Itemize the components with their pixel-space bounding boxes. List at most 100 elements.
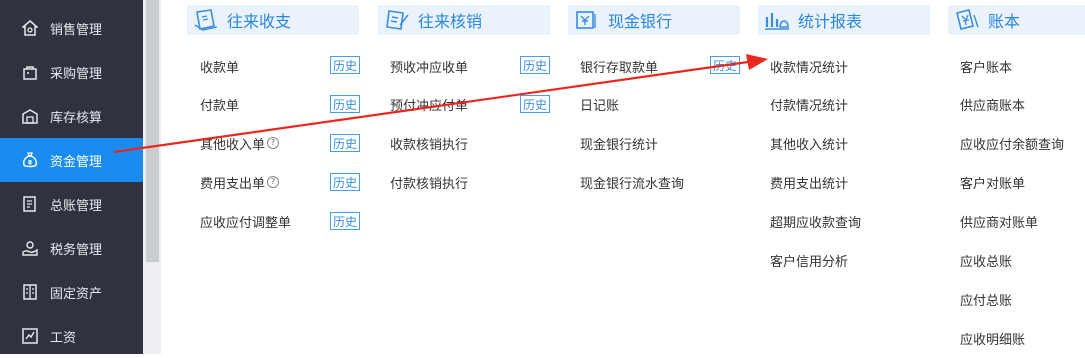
money-bag-icon xyxy=(22,152,38,168)
menu-item-label: 客户信用分析 xyxy=(770,254,849,270)
menu-item-label: 现金银行统计 xyxy=(580,137,659,153)
menu-item-bank-deposit[interactable]: 银行存取款单 xyxy=(580,56,658,76)
asset-book-icon xyxy=(22,284,38,300)
history-button[interactable]: 历史 xyxy=(520,95,550,113)
sidebar-scrollbar-thumb[interactable] xyxy=(146,0,159,262)
menu-item-receivable-general-ledger[interactable]: 应收总账 xyxy=(960,250,1012,270)
menu-item-payment-voucher[interactable]: 付款单 xyxy=(200,94,239,114)
menu-item-expense[interactable]: 费用支出单? xyxy=(200,172,280,192)
menu-item-label: 供应商对账单 xyxy=(960,215,1039,231)
home-tag-icon xyxy=(22,20,38,36)
menu-item-customer-credit[interactable]: 客户信用分析 xyxy=(770,250,848,270)
menu-item-label: 应收应付调整单 xyxy=(200,215,292,231)
menu-item-advance-payment-offset[interactable]: 预付冲应付单 xyxy=(390,94,468,114)
menu-item-label: 付款单 xyxy=(200,98,240,114)
sidebar-item-salary[interactable]: 工资 xyxy=(0,314,143,358)
menu-item-label: 其他收入统计 xyxy=(770,137,849,153)
menu-item-label: 供应商账本 xyxy=(960,98,1026,114)
section-title: 往来核销 xyxy=(418,12,483,31)
history-button[interactable]: 历史 xyxy=(710,56,740,74)
menu-item-label: 应收明细账 xyxy=(960,332,1026,348)
section-title: 往来收支 xyxy=(227,12,292,31)
menu-item-journal[interactable]: 日记账 xyxy=(580,94,619,114)
sidebar-item-fixed-assets[interactable]: 固定资产 xyxy=(0,270,143,314)
section-title: 统计报表 xyxy=(798,12,863,31)
sidebar-item-label: 税务管理 xyxy=(50,242,103,258)
menu-item-receivable-detail-ledger[interactable]: 应收明细账 xyxy=(960,328,1025,348)
menu-item-customer-ledger[interactable]: 客户账本 xyxy=(960,56,1012,76)
menu-item-label: 客户对账单 xyxy=(960,176,1026,192)
history-button[interactable]: 历史 xyxy=(330,95,360,113)
menu-item-label: 现金银行流水查询 xyxy=(580,176,685,192)
menu-item-payment-writeoff[interactable]: 付款核销执行 xyxy=(390,172,468,192)
history-button[interactable]: 历史 xyxy=(330,134,360,152)
ledger-book-icon xyxy=(22,196,38,212)
menu-item-overdue-receivables[interactable]: 超期应收款查询 xyxy=(770,211,861,231)
menu-item-label: 费用支出统计 xyxy=(770,176,849,192)
menu-item-cash-bank-stats[interactable]: 现金银行统计 xyxy=(580,133,658,153)
sidebar-item-sales[interactable]: 销售管理 xyxy=(0,6,143,50)
menu-item-label: 其他收入单 xyxy=(200,137,266,153)
menu-item-other-income-stats[interactable]: 其他收入统计 xyxy=(770,133,848,153)
writeoff-icon xyxy=(384,9,410,31)
menu-item-supplier-ledger[interactable]: 供应商账本 xyxy=(960,94,1025,114)
menu-item-label: 付款情况统计 xyxy=(770,98,849,114)
sidebar-item-purchase[interactable]: 采购管理 xyxy=(0,50,143,94)
history-button[interactable]: 历史 xyxy=(330,173,360,191)
menu-item-receipt-writeoff[interactable]: 收款核销执行 xyxy=(390,133,468,153)
warehouse-icon xyxy=(22,108,38,124)
history-button[interactable]: 历史 xyxy=(330,56,360,74)
ledger-icon xyxy=(954,9,980,31)
sidebar-item-label: 总账管理 xyxy=(50,198,103,214)
sidebar-item-ledger[interactable]: 总账管理 xyxy=(0,182,143,226)
menu-item-label: 预付冲应付单 xyxy=(390,98,469,114)
help-icon[interactable]: ? xyxy=(267,176,280,188)
sidebar-item-label: 销售管理 xyxy=(50,22,103,38)
menu-item-label: 日记账 xyxy=(580,98,620,114)
section-header-reports: 统计报表 xyxy=(758,5,930,35)
menu-item-other-income[interactable]: 其他收入单? xyxy=(200,133,280,153)
salary-chart-icon xyxy=(22,328,38,344)
sidebar: 销售管理 采购管理 库存核算 资金管理 总账管理 税务管理 固定资产 工资 xyxy=(0,0,143,354)
history-button[interactable]: 历史 xyxy=(520,56,550,74)
menu-item-label: 应付总账 xyxy=(960,293,1013,309)
sidebar-item-label: 资金管理 xyxy=(50,154,103,170)
section-title: 账本 xyxy=(988,12,1021,31)
menu-item-payable-general-ledger[interactable]: 应付总账 xyxy=(960,289,1012,309)
section-header-writeoff: 往来核销 xyxy=(378,5,550,35)
menu-item-customer-statement[interactable]: 客户对账单 xyxy=(960,172,1025,192)
sidebar-item-label: 采购管理 xyxy=(50,66,103,82)
section-header-cash-bank: 现金银行 xyxy=(568,5,740,35)
menu-item-label: 预收冲应收单 xyxy=(390,60,469,76)
menu-item-advance-receipt-offset[interactable]: 预收冲应收单 xyxy=(390,56,468,76)
sidebar-item-inventory[interactable]: 库存核算 xyxy=(0,94,143,138)
section-header-receipts: 往来收支 xyxy=(187,5,359,35)
sidebar-item-label: 固定资产 xyxy=(50,286,103,302)
menu-item-label: 费用支出单 xyxy=(200,176,266,192)
menu-item-balance-query[interactable]: 应收应付余额查询 xyxy=(960,133,1064,153)
section-header-ledgers: 账本 xyxy=(948,5,1085,35)
sidebar-item-tax[interactable]: 税务管理 xyxy=(0,226,143,270)
menu-item-expense-stats[interactable]: 费用支出统计 xyxy=(770,172,848,192)
hand-coins-icon xyxy=(22,240,38,256)
menu-item-payment-stats[interactable]: 付款情况统计 xyxy=(770,94,848,114)
sidebar-item-label: 工资 xyxy=(50,330,77,346)
help-icon[interactable]: ? xyxy=(267,137,280,149)
section-title: 现金银行 xyxy=(608,12,673,31)
bank-icon xyxy=(574,9,600,31)
menu-item-label: 客户账本 xyxy=(960,60,1013,76)
receipt-icon xyxy=(193,9,219,31)
menu-item-receipt-stats[interactable]: 收款情况统计 xyxy=(770,56,848,76)
menu-item-ar-ap-adjustment[interactable]: 应收应付调整单 xyxy=(200,211,291,231)
report-icon xyxy=(764,9,790,31)
menu-item-supplier-statement[interactable]: 供应商对账单 xyxy=(960,211,1038,231)
sidebar-item-funds[interactable]: 资金管理 xyxy=(0,138,143,182)
menu-item-label: 超期应收款查询 xyxy=(770,215,862,231)
menu-item-label: 银行存取款单 xyxy=(580,60,659,76)
menu-item-receipt-voucher[interactable]: 收款单 xyxy=(200,56,239,76)
menu-item-label: 收款核销执行 xyxy=(390,137,469,153)
history-button[interactable]: 历史 xyxy=(330,212,360,230)
menu-item-cash-bank-flow[interactable]: 现金银行流水查询 xyxy=(580,172,684,192)
annotation-arrow xyxy=(113,54,768,154)
menu-item-label: 付款核销执行 xyxy=(390,176,469,192)
